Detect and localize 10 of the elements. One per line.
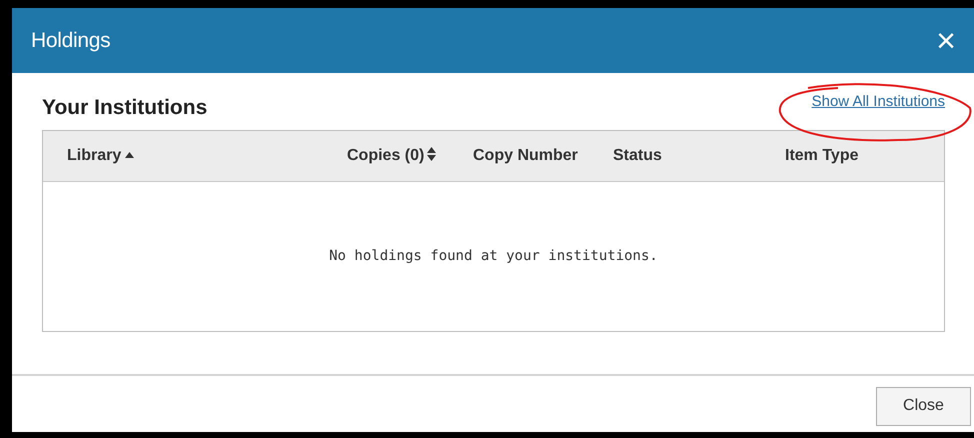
- column-header[interactable]: Status: [599, 130, 771, 182]
- empty-message: No holdings found at your institutions.: [43, 182, 944, 330]
- column-header[interactable]: Copies (0): [333, 130, 459, 182]
- show-all-link[interactable]: Show All Institutions: [812, 91, 945, 114]
- section-title: Your Institutions: [42, 95, 208, 121]
- column-header[interactable]: Library: [43, 130, 333, 182]
- close-button[interactable]: Close: [876, 386, 971, 426]
- column-header[interactable]: Item Type: [771, 130, 944, 182]
- column-header[interactable]: Copy Number: [459, 130, 599, 182]
- window-title: Holdings: [31, 28, 110, 54]
